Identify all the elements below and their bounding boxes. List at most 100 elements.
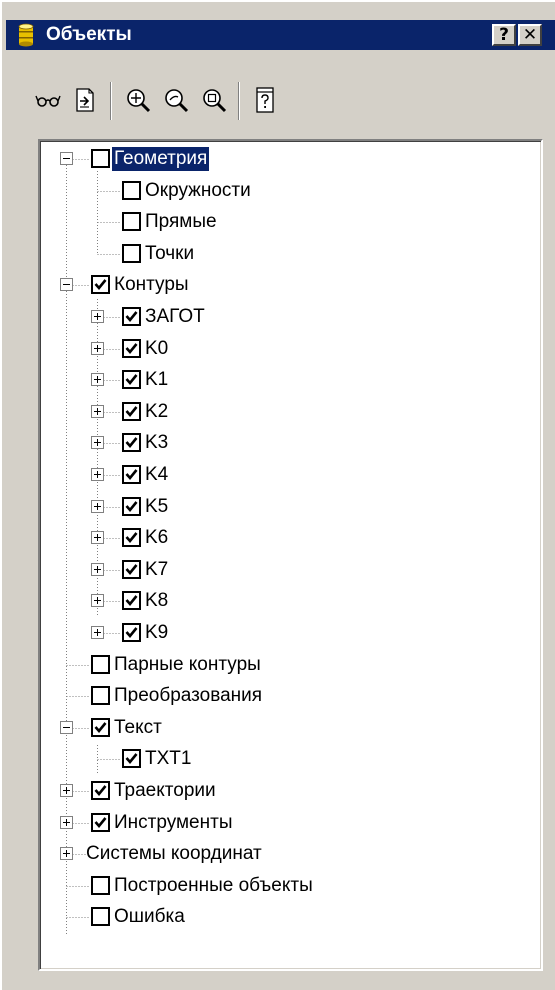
expand-plus-icon[interactable] (90, 404, 104, 418)
tree-item-label: K2 (145, 400, 169, 422)
tree-item-label: Текст (114, 716, 162, 738)
checkbox-checked[interactable] (122, 433, 141, 453)
tree-item[interactable]: Системы координат (40, 838, 540, 870)
help-button[interactable]: ? (492, 24, 516, 46)
tree-item-label: K6 (145, 527, 169, 549)
checkbox-checked[interactable] (122, 370, 141, 390)
checkbox-unchecked[interactable] (91, 686, 110, 706)
checkbox-checked[interactable] (122, 496, 141, 516)
tree-item[interactable]: K5 (40, 491, 540, 523)
checkbox-checked[interactable] (91, 781, 110, 800)
title-bar[interactable]: Объекты ? ✕ (6, 20, 555, 50)
zoom-in-icon[interactable] (122, 84, 154, 116)
zoom-out-icon[interactable] (160, 84, 192, 116)
tree-item[interactable]: K6 (40, 522, 540, 554)
tree-item-label: K5 (145, 495, 169, 517)
checkbox-checked[interactable] (122, 401, 141, 421)
checkmark-icon (125, 437, 138, 449)
checkmark-icon (125, 500, 138, 512)
tree-item[interactable]: Точки (40, 238, 540, 270)
object-tree[interactable]: Геометрия Окружности Прямые Точки Контуры ЗАГ… (38, 139, 543, 971)
collapse-minus-icon[interactable] (59, 152, 73, 165)
tree-item-label: Геометрия (110, 146, 211, 172)
tree-item[interactable]: Парные контуры (40, 649, 540, 681)
glasses-icon[interactable] (32, 84, 64, 116)
checkbox-checked[interactable] (122, 465, 141, 484)
tree-item[interactable]: ЗАГОТ (40, 301, 540, 333)
checkmark-icon (125, 405, 138, 417)
toolbar (2, 82, 555, 122)
checkbox-checked[interactable] (91, 717, 110, 737)
expand-plus-icon[interactable] (90, 373, 104, 387)
checkbox-checked[interactable] (122, 338, 141, 358)
tree-item[interactable]: Окружности (40, 175, 540, 207)
tree-item[interactable]: K9 (40, 617, 540, 649)
tree-item[interactable]: TXT1 (40, 743, 540, 775)
expand-plus-icon[interactable] (90, 626, 104, 639)
tree-item[interactable]: Геометрия (40, 143, 540, 175)
checkbox-unchecked[interactable] (122, 243, 141, 263)
checkbox-unchecked[interactable] (91, 654, 110, 674)
tree-item-label: Ошибка (114, 906, 185, 928)
collapse-minus-icon[interactable] (59, 278, 73, 292)
checkbox-checked[interactable] (91, 812, 110, 832)
expand-plus-icon[interactable] (59, 847, 73, 861)
checkbox-checked[interactable] (122, 591, 141, 611)
checkbox-checked[interactable] (122, 559, 141, 579)
tree-item[interactable]: K0 (40, 333, 540, 365)
help-document-icon[interactable] (249, 84, 281, 116)
tree-item-label: K0 (145, 337, 169, 359)
tree-item[interactable]: Текст (40, 712, 540, 744)
tree-item[interactable]: Преобразования (40, 680, 540, 712)
zoom-fit-icon[interactable] (198, 84, 230, 116)
expand-plus-icon[interactable] (59, 815, 73, 829)
checkbox-unchecked[interactable] (91, 149, 110, 168)
tree-item[interactable]: K7 (40, 554, 540, 586)
tree-item[interactable]: Построенные объекты (40, 870, 540, 902)
tree-item[interactable]: K4 (40, 459, 540, 491)
tree-item[interactable]: K2 (40, 396, 540, 428)
checkmark-icon (125, 532, 138, 544)
expand-plus-icon[interactable] (90, 341, 104, 355)
checkbox-unchecked[interactable] (122, 212, 141, 232)
expand-plus-icon[interactable] (59, 784, 73, 797)
expand-plus-icon[interactable] (90, 310, 104, 323)
tree-item[interactable]: Траектории (40, 775, 540, 807)
checkmark-icon (125, 469, 138, 481)
expand-plus-icon[interactable] (90, 499, 104, 513)
checkmark-icon (125, 311, 138, 323)
tree-item[interactable]: Ошибка (40, 901, 540, 933)
checkbox-checked[interactable] (122, 528, 141, 548)
checkbox-unchecked[interactable] (91, 907, 110, 927)
checkbox-checked[interactable] (122, 749, 141, 769)
checkmark-icon (94, 279, 107, 291)
export-document-icon[interactable] (69, 84, 101, 116)
expand-plus-icon[interactable] (90, 562, 104, 576)
tree-item-label: Преобразования (114, 685, 263, 707)
tree-item-label: Построенные объекты (114, 874, 313, 896)
tree-item[interactable]: K1 (40, 364, 540, 396)
tree-item[interactable]: K8 (40, 585, 540, 617)
tree-item-label: Прямые (145, 211, 217, 233)
checkbox-checked[interactable] (122, 623, 141, 642)
tree-item-label: K8 (145, 590, 169, 612)
checkbox-checked[interactable] (91, 275, 110, 295)
close-button[interactable]: ✕ (518, 24, 542, 46)
tree-item-label: Контуры (114, 274, 189, 296)
expand-plus-icon[interactable] (90, 468, 104, 481)
objects-window: Объекты ? ✕ Геометрия Окружности Прямые … (0, 0, 555, 990)
checkmark-icon (125, 342, 138, 354)
checkbox-unchecked[interactable] (122, 180, 141, 200)
expand-plus-icon[interactable] (90, 594, 104, 608)
window-title: Объекты (46, 24, 132, 45)
collapse-minus-icon[interactable] (59, 720, 73, 734)
tree-item[interactable]: Прямые (40, 206, 540, 238)
expand-plus-icon[interactable] (90, 436, 104, 450)
tree-item[interactable]: Инструменты (40, 807, 540, 839)
tree-item[interactable]: K3 (40, 427, 540, 459)
tree-item[interactable]: Контуры (40, 269, 540, 301)
checkbox-checked[interactable] (122, 307, 141, 326)
expand-plus-icon[interactable] (90, 531, 104, 545)
checkbox-unchecked[interactable] (91, 875, 110, 895)
checkmark-icon (125, 563, 138, 575)
